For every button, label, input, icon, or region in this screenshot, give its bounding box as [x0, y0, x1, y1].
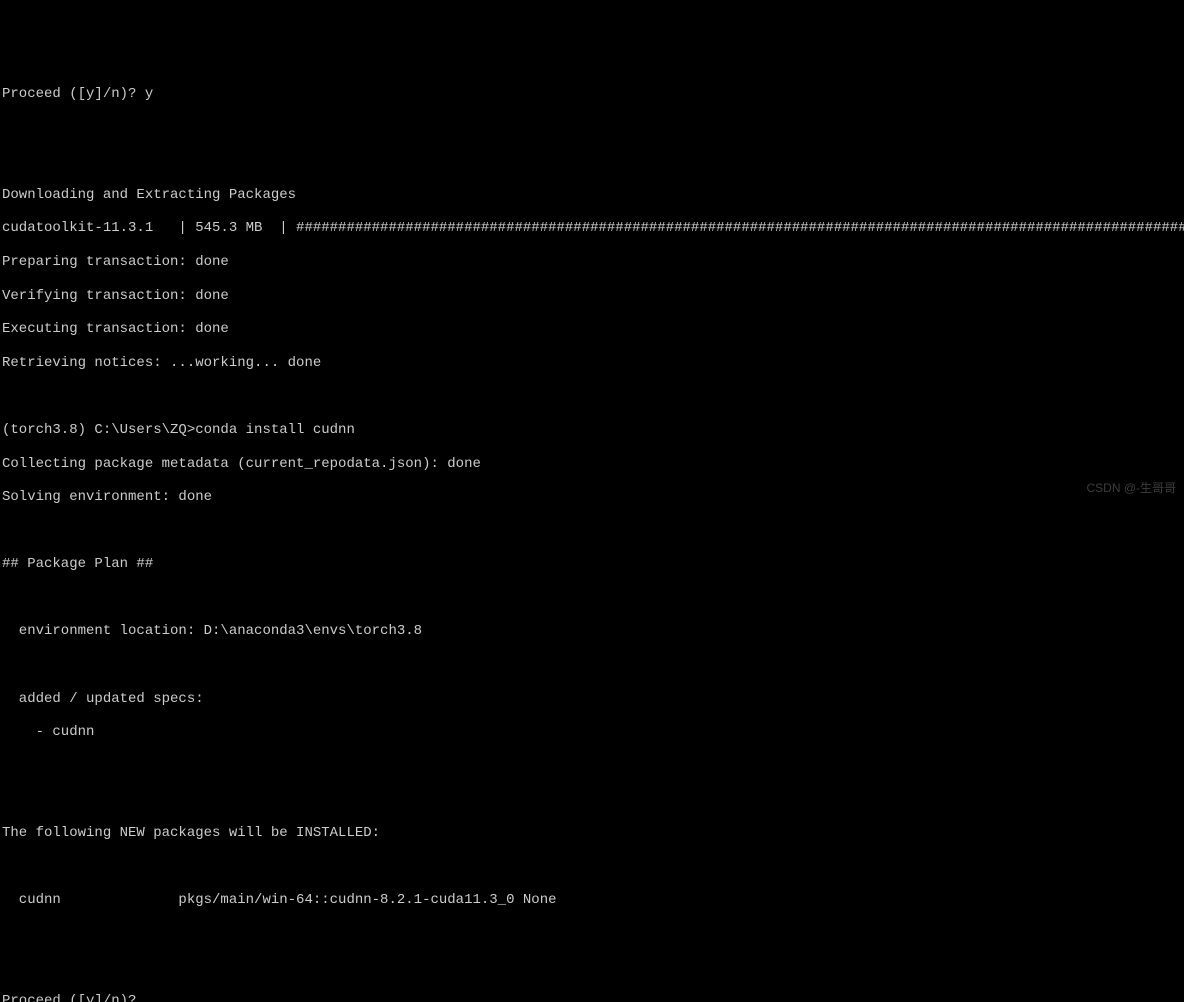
package-cudnn: cudnn pkgs/main/win-64::cudnn-8.2.1-cuda…	[2, 892, 1184, 909]
blank-line	[2, 388, 1184, 405]
progress-cudatoolkit: cudatoolkit-11.3.1 | 545.3 MB | ########…	[2, 220, 1184, 237]
blank-line	[2, 657, 1184, 674]
blank-line	[2, 758, 1184, 775]
blank-line	[2, 959, 1184, 976]
proceed-prompt-active[interactable]: Proceed ([y]/n)?	[2, 993, 1184, 1002]
blank-line	[2, 859, 1184, 876]
watermark-text: CSDN @-生哥哥	[1086, 481, 1176, 495]
package-plan-header: ## Package Plan ##	[2, 556, 1184, 573]
new-packages-header: The following NEW packages will be INSTA…	[2, 825, 1184, 842]
downloading-header: Downloading and Extracting Packages	[2, 187, 1184, 204]
blank-line	[2, 590, 1184, 607]
blank-line	[2, 120, 1184, 137]
retrieving-status: Retrieving notices: ...working... done	[2, 355, 1184, 372]
blank-line	[2, 523, 1184, 540]
terminal-output[interactable]: Proceed ([y]/n)? y Downloading and Extra…	[2, 69, 1184, 1002]
added-specs-header: added / updated specs:	[2, 691, 1184, 708]
proceed-prompt-text: Proceed ([y]/n)?	[2, 993, 145, 1002]
blank-line	[2, 926, 1184, 943]
collecting-metadata: Collecting package metadata (current_rep…	[2, 456, 1184, 473]
blank-line	[2, 153, 1184, 170]
preparing-status: Preparing transaction: done	[2, 254, 1184, 271]
executing-status: Executing transaction: done	[2, 321, 1184, 338]
shell-prompt-command: (torch3.8) C:\Users\ZQ>conda install cud…	[2, 422, 1184, 439]
proceed-prompt-answered: Proceed ([y]/n)? y	[2, 86, 1184, 103]
blank-line	[2, 791, 1184, 808]
solving-env: Solving environment: done	[2, 489, 1184, 506]
verifying-status: Verifying transaction: done	[2, 288, 1184, 305]
spec-item-cudnn: - cudnn	[2, 724, 1184, 741]
env-location: environment location: D:\anaconda3\envs\…	[2, 623, 1184, 640]
